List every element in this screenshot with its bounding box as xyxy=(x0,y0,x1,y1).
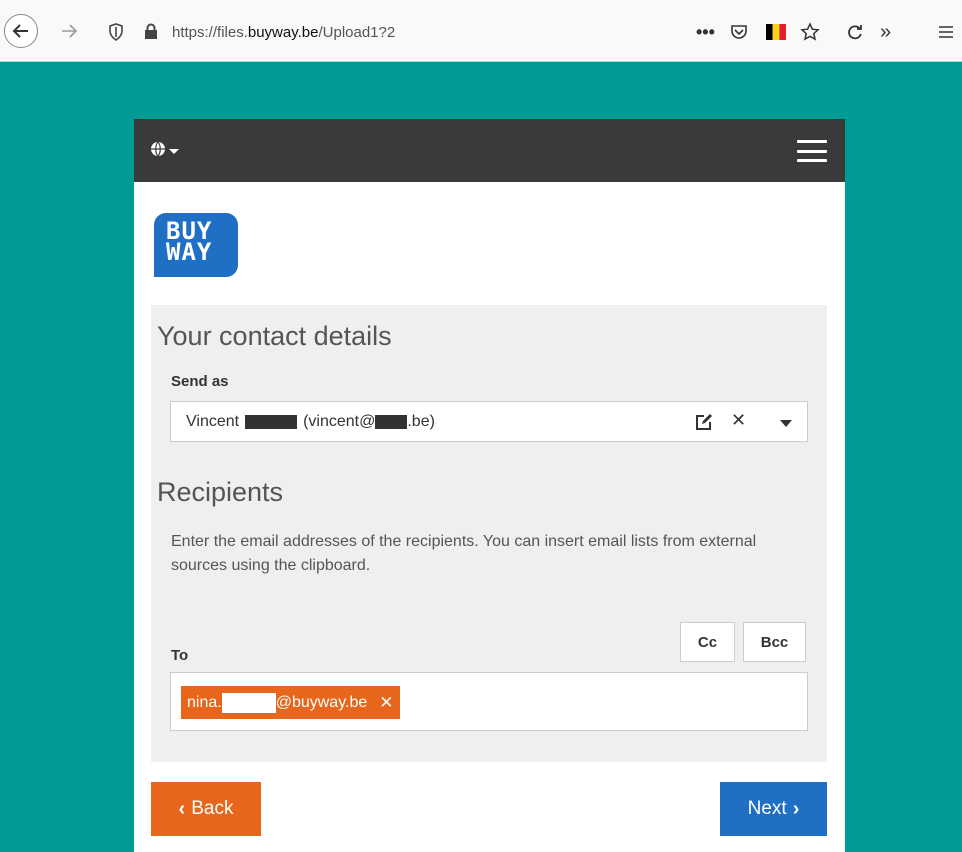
recipient-chip[interactable]: nina. @buyway.be ✕ xyxy=(181,686,400,719)
redacted-block xyxy=(221,692,276,713)
globe-icon xyxy=(150,141,166,162)
form-panel: Your contact details Send as Vincent (vi… xyxy=(151,305,827,762)
send-as-select[interactable]: Vincent (vincent@ .be) ✕ xyxy=(170,401,808,442)
send-as-label: Send as xyxy=(171,373,229,390)
back-button[interactable]: ‹ Back xyxy=(151,782,261,836)
pocket-icon[interactable] xyxy=(730,16,748,48)
forward-icon[interactable] xyxy=(52,14,86,48)
back-icon[interactable] xyxy=(4,14,38,48)
menu-icon[interactable] xyxy=(938,16,954,48)
caret-down-icon xyxy=(169,149,179,154)
remove-icon[interactable]: ✕ xyxy=(379,693,393,713)
star-icon[interactable] xyxy=(800,16,820,48)
recipients-description: Enter the email addresses of the recipie… xyxy=(171,533,757,574)
browser-toolbar: https://files.buyway.be/Upload1?2 ••• » xyxy=(0,0,962,62)
buyway-logo: BUY WAY xyxy=(154,213,238,277)
lock-icon[interactable] xyxy=(144,23,158,45)
to-label: To xyxy=(171,647,189,664)
to-input[interactable]: nina. @buyway.be ✕ xyxy=(170,672,808,731)
more-icon[interactable]: ••• xyxy=(696,16,715,48)
redacted-block xyxy=(245,415,298,429)
url-bar[interactable]: https://files.buyway.be/Upload1?2 xyxy=(96,16,840,48)
hamburger-icon[interactable] xyxy=(797,140,827,162)
chevron-right-icon: › xyxy=(792,797,800,820)
cc-button[interactable]: Cc xyxy=(680,622,735,662)
next-button[interactable]: Next › xyxy=(720,782,827,836)
recipients-heading: Recipients xyxy=(157,477,284,507)
reload-icon[interactable] xyxy=(846,16,864,48)
url-text[interactable]: https://files.buyway.be/Upload1?2 xyxy=(172,24,395,41)
shield-icon[interactable] xyxy=(108,23,124,46)
edit-icon[interactable] xyxy=(695,413,713,436)
flag-icon[interactable] xyxy=(766,16,786,48)
dropdown-caret-icon[interactable] xyxy=(780,420,792,427)
contact-heading: Your contact details xyxy=(157,321,392,351)
send-as-value: Vincent (vincent@ .be) xyxy=(186,413,435,430)
bcc-button[interactable]: Bcc xyxy=(743,622,806,662)
clear-icon[interactable]: ✕ xyxy=(731,410,746,431)
upload-card: BUY WAY Your contact details Send as Vin… xyxy=(134,119,845,852)
chevron-left-icon: ‹ xyxy=(178,797,186,820)
redacted-block xyxy=(375,415,408,429)
overflow-icon[interactable]: » xyxy=(880,16,891,48)
language-selector[interactable] xyxy=(150,141,179,162)
top-navbar xyxy=(134,119,845,182)
